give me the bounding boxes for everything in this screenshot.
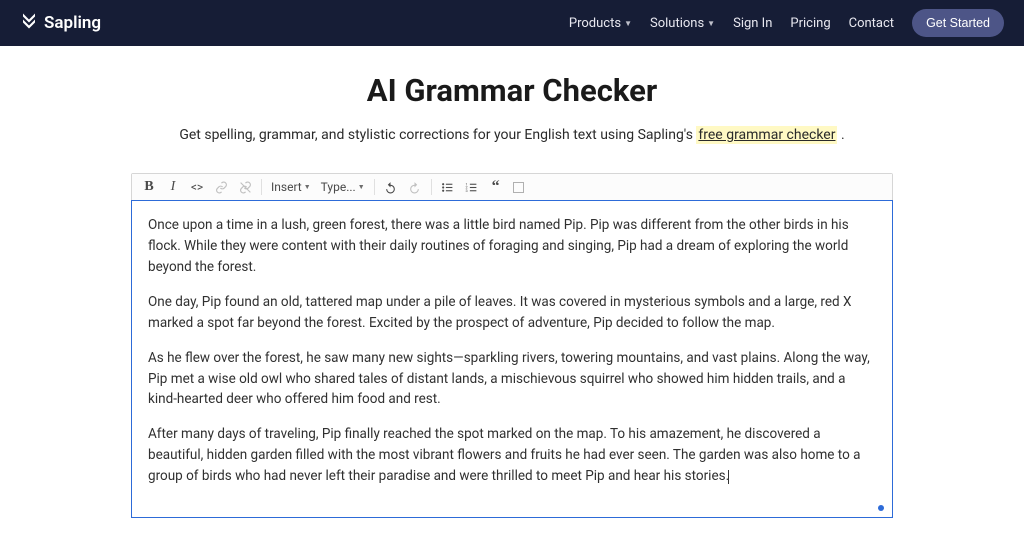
chevron-down-icon: ▼	[304, 183, 311, 191]
insert-label: Insert	[271, 180, 302, 194]
brand-name: Sapling	[44, 13, 101, 33]
toolbar-separator	[261, 179, 262, 195]
bullet-list-button[interactable]	[437, 176, 459, 198]
status-dot-icon	[878, 505, 884, 511]
subtitle-prefix: Get spelling, grammar, and stylistic cor…	[179, 127, 696, 143]
redo-button[interactable]	[404, 176, 426, 198]
nav-products[interactable]: Products ▼	[569, 16, 632, 31]
bold-button[interactable]: B	[138, 176, 160, 198]
toolbar-checkbox[interactable]	[513, 182, 524, 193]
navbar: Sapling Products ▼ Solutions ▼ Sign In P…	[0, 0, 1024, 46]
nav-solutions[interactable]: Solutions ▼	[650, 16, 715, 31]
subtitle-suffix: .	[841, 127, 845, 143]
chevron-down-icon: ▼	[358, 183, 365, 191]
numbered-list-button[interactable]: 123	[461, 176, 483, 198]
text-cursor	[728, 470, 729, 484]
subtitle: Get spelling, grammar, and stylistic cor…	[0, 127, 1024, 143]
editor-paragraph: After many days of traveling, Pip finall…	[148, 424, 876, 487]
editor-container: B I <> Insert ▼ Type... ▼	[131, 173, 893, 518]
link-button[interactable]	[210, 176, 232, 198]
nav-products-label: Products	[569, 16, 621, 31]
editor-textarea[interactable]: Once upon a time in a lush, green forest…	[131, 200, 893, 518]
unlink-button[interactable]	[234, 176, 256, 198]
quote-button[interactable]: “	[485, 176, 507, 198]
code-button[interactable]: <>	[186, 176, 208, 198]
svg-text:3: 3	[466, 187, 468, 192]
page-title: AI Grammar Checker	[0, 72, 1024, 109]
toolbar-separator	[431, 179, 432, 195]
toolbar: B I <> Insert ▼ Type... ▼	[132, 174, 892, 201]
editor-paragraph: One day, Pip found an old, tattered map …	[148, 292, 876, 334]
brand-logo[interactable]: Sapling	[20, 12, 101, 35]
editor-paragraph: Once upon a time in a lush, green forest…	[148, 215, 876, 278]
toolbar-separator	[374, 179, 375, 195]
nav-contact[interactable]: Contact	[849, 16, 894, 31]
nav-signin[interactable]: Sign In	[733, 16, 772, 31]
chevron-down-icon: ▼	[624, 19, 632, 28]
chevron-down-icon: ▼	[707, 19, 715, 28]
type-label: Type...	[321, 180, 356, 194]
insert-dropdown[interactable]: Insert ▼	[267, 180, 315, 194]
nav-solutions-label: Solutions	[650, 16, 704, 31]
nav-left: Sapling	[20, 12, 101, 35]
main: AI Grammar Checker Get spelling, grammar…	[0, 46, 1024, 518]
nav-right: Products ▼ Solutions ▼ Sign In Pricing C…	[569, 9, 1004, 37]
free-grammar-checker-link[interactable]: free grammar checker	[696, 126, 837, 144]
undo-button[interactable]	[380, 176, 402, 198]
sapling-logo-icon	[20, 12, 38, 35]
get-started-button[interactable]: Get Started	[912, 9, 1004, 37]
editor-paragraph-text: After many days of traveling, Pip finall…	[148, 426, 860, 484]
nav-pricing[interactable]: Pricing	[790, 16, 830, 31]
type-dropdown[interactable]: Type... ▼	[317, 180, 369, 194]
editor-paragraph: As he flew over the forest, he saw many …	[148, 348, 876, 411]
italic-button[interactable]: I	[162, 176, 184, 198]
